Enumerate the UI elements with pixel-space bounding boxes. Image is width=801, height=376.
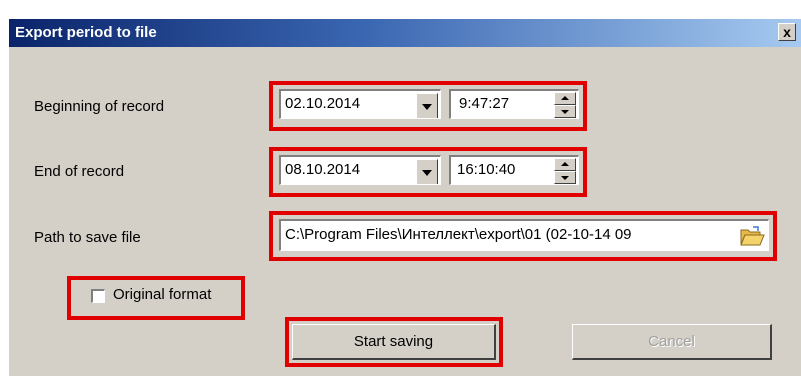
beginning-time-spin-up[interactable]	[554, 92, 576, 105]
end-date-picker[interactable]: 08.10.2014	[279, 155, 441, 185]
end-time-spin-down[interactable]	[554, 171, 576, 184]
path-input[interactable]: C:\Program Files\Интеллект\export\01 (02…	[279, 219, 769, 251]
original-format-checkbox[interactable]	[91, 289, 105, 303]
original-format-label[interactable]: Original format	[113, 286, 211, 303]
arrow-up-icon	[561, 162, 569, 166]
end-date-dropdown-button[interactable]	[416, 159, 438, 184]
path-value: C:\Program Files\Интеллект\export\01 (02…	[285, 226, 632, 243]
beginning-time-value: 9:47:27	[459, 95, 510, 112]
end-label: End of record	[34, 163, 125, 180]
beginning-date-picker[interactable]: 02.10.2014	[279, 89, 441, 119]
end-time-spin-up[interactable]	[554, 158, 576, 171]
end-date-value: 08.10.2014	[285, 161, 361, 178]
beginning-time-field[interactable]: 9:47:27	[449, 89, 579, 119]
start-saving-button[interactable]: Start saving	[292, 324, 496, 360]
close-button[interactable]: x	[778, 23, 796, 41]
title-bar[interactable]: Export period to file x	[9, 19, 801, 47]
end-time-value: 16:10:40	[457, 161, 516, 178]
chevron-down-icon	[422, 170, 432, 176]
arrow-up-icon	[561, 96, 569, 100]
beginning-label: Beginning of record	[34, 98, 165, 115]
beginning-date-dropdown-button[interactable]	[416, 93, 438, 118]
beginning-date-value: 02.10.2014	[285, 95, 361, 112]
arrow-down-icon	[561, 176, 569, 180]
arrow-down-icon	[561, 110, 569, 114]
close-icon: x	[783, 24, 791, 40]
export-dialog: Export period to file x Beginning of rec…	[8, 18, 801, 376]
chevron-down-icon	[422, 104, 432, 110]
cancel-button[interactable]: Cancel	[572, 324, 772, 360]
beginning-time-spin-down[interactable]	[554, 105, 576, 118]
end-time-field[interactable]: 16:10:40	[449, 155, 579, 185]
path-label: Path to save file	[34, 229, 141, 246]
folder-open-icon[interactable]	[739, 224, 765, 248]
window-title: Export period to file	[15, 24, 157, 41]
